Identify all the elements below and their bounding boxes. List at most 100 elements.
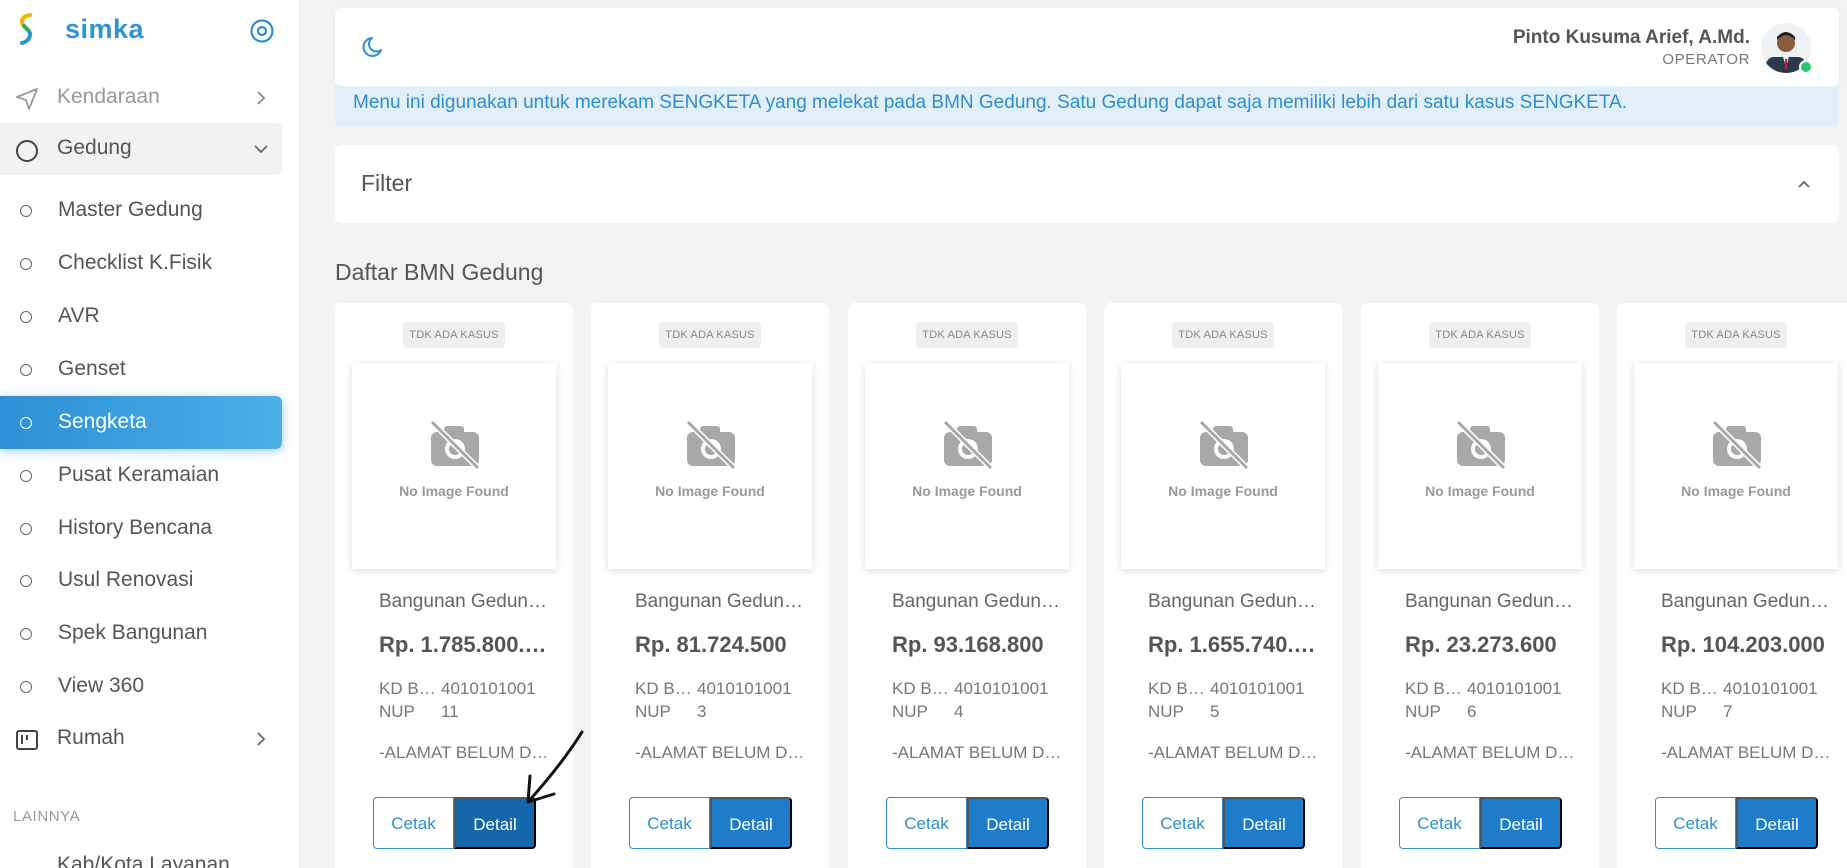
sidebar-item-label: Pusat Keramaian	[58, 463, 220, 486]
cetak-button[interactable]: Cetak	[1142, 797, 1223, 849]
sidebar-item-pusat-keramaian[interactable]: Pusat Keramaian	[0, 452, 282, 498]
kd-label: KD BRG	[1148, 679, 1210, 698]
building-price: Rp. 1.785.800.000	[379, 632, 549, 657]
user-role: OPERATOR	[1662, 51, 1750, 68]
building-image: No Image Found	[352, 363, 556, 569]
sidebar-toggle-icon[interactable]	[249, 18, 275, 44]
building-address: -ALAMAT BELUM DIISI-	[892, 743, 1066, 762]
nup-row: NUP 5	[1148, 702, 1219, 722]
detail-button[interactable]: Detail	[454, 797, 536, 849]
no-image-icon	[1711, 420, 1763, 470]
building-name: Bangunan Gedung Kantor Permanen	[1148, 591, 1318, 612]
building-price: Rp. 81.724.500	[635, 632, 787, 657]
detail-button[interactable]: Detail	[710, 797, 792, 849]
no-image-text: No Image Found	[912, 483, 1022, 499]
nup-value: 11	[441, 702, 459, 721]
detail-button[interactable]: Detail	[1736, 797, 1818, 849]
nup-row: NUP 6	[1405, 702, 1476, 722]
no-image-text: No Image Found	[1681, 483, 1791, 499]
brand-name[interactable]: simka	[65, 14, 144, 45]
sidebar-item-view-360[interactable]: View 360	[0, 663, 282, 709]
sidebar-item-label: Sengketa	[58, 410, 147, 433]
kd-value: 4010101001	[1723, 679, 1818, 698]
sidebar-item-label: History Bencana	[58, 516, 213, 539]
sidebar-item-checklist-kfisik[interactable]: Checklist K.Fisik	[0, 240, 282, 286]
kd-value: 4010101001	[1210, 679, 1305, 698]
kd-label: KD BRG	[379, 679, 441, 698]
chevron-right-icon	[257, 91, 266, 105]
cetak-button[interactable]: Cetak	[1399, 797, 1480, 849]
building-address: -ALAMAT BELUM DIISI-	[1405, 743, 1579, 762]
section-title: Daftar BMN Gedung	[335, 259, 544, 285]
status-badge: TDK ADA KASUS	[1429, 322, 1531, 348]
nup-label: NUP	[1661, 702, 1697, 721]
status-badge: TDK ADA KASUS	[659, 322, 761, 348]
sidebar-item-genset[interactable]: Genset	[0, 346, 282, 392]
detail-button[interactable]: Detail	[1480, 797, 1562, 849]
cetak-button[interactable]: Cetak	[373, 797, 454, 849]
status-badge: TDK ADA KASUS	[916, 322, 1018, 348]
sidebar-item-history-bencana[interactable]: History Bencana	[0, 505, 282, 551]
logo-icon	[20, 13, 32, 45]
card-actions: Cetak Detail	[1142, 797, 1305, 849]
cetak-button[interactable]: Cetak	[1655, 797, 1736, 849]
circle-icon	[16, 140, 38, 162]
filter-title: Filter	[361, 170, 413, 196]
moon-icon[interactable]	[361, 34, 387, 60]
bullet-icon	[20, 470, 32, 482]
kd-value: 4010101001	[441, 679, 536, 698]
chevron-down-icon	[254, 145, 268, 154]
no-image-icon	[685, 420, 737, 470]
kd-value: 4010101001	[1467, 679, 1562, 698]
chevron-right-icon	[257, 732, 266, 746]
detail-button[interactable]: Detail	[967, 797, 1049, 849]
sidebar-item-kendaraan[interactable]: Kendaraan	[0, 72, 282, 124]
nup-value: 7	[1723, 702, 1733, 721]
sidebar-item-label: Usul Renovasi	[58, 568, 194, 591]
cetak-button[interactable]: Cetak	[886, 797, 967, 849]
chevron-up-icon[interactable]	[1795, 175, 1813, 193]
sidebar-item-usul-renovasi[interactable]: Usul Renovasi	[0, 557, 282, 603]
sidebar-item-spek-bangunan[interactable]: Spek Bangunan	[0, 610, 282, 656]
sidebar-item-sengketa[interactable]: Sengketa	[0, 396, 282, 449]
building-name: Bangunan Gedung Kantor Permanen	[379, 591, 549, 612]
nup-value: 5	[1210, 702, 1220, 721]
sidebar-item-kab-kota-layanan[interactable]: Kab/Kota Layanan	[57, 853, 230, 868]
sidebar-item-label: Spek Bangunan	[58, 621, 208, 644]
no-image-text: No Image Found	[399, 483, 509, 499]
sidebar-item-master-gedung[interactable]: Master Gedung	[0, 187, 282, 233]
building-name: Bangunan Gedung Kantor Permanen	[635, 591, 805, 612]
sidebar-item-rumah[interactable]: Rumah	[0, 713, 282, 765]
status-badge: TDK ADA KASUS	[1172, 322, 1274, 348]
nup-label: NUP	[1148, 702, 1184, 721]
info-alert: Menu ini digunakan untuk merekam SENGKET…	[335, 86, 1839, 127]
nup-label: NUP	[635, 702, 671, 721]
sidebar: simka Kendaraan Gedung Master Gedung Che…	[0, 0, 300, 868]
cetak-button[interactable]: Cetak	[629, 797, 710, 849]
card-actions: Cetak Detail	[373, 797, 536, 849]
kd-label: KD BRG	[635, 679, 697, 698]
nup-row: NUP 4	[892, 702, 963, 722]
bullet-icon	[20, 523, 32, 535]
building-image: No Image Found	[1634, 363, 1838, 569]
building-name: Bangunan Gedung Kantor Permanen	[892, 591, 1062, 612]
no-image-text: No Image Found	[655, 483, 765, 499]
sidebar-item-label: Checklist K.Fisik	[58, 251, 213, 274]
kd-label: KD BRG	[1405, 679, 1467, 698]
building-name: Bangunan Gedung Kantor Permanen	[1405, 591, 1575, 612]
detail-button[interactable]: Detail	[1223, 797, 1305, 849]
no-image-icon	[1455, 420, 1507, 470]
sidebar-item-gedung[interactable]: Gedung	[0, 123, 282, 175]
nup-value: 4	[954, 702, 964, 721]
building-image: No Image Found	[1121, 363, 1325, 569]
building-card: TDK ADA KASUS No Image Found Bangunan Ge…	[1361, 303, 1599, 868]
building-image: No Image Found	[608, 363, 812, 569]
nup-label: NUP	[892, 702, 928, 721]
brand: simka	[0, 0, 300, 62]
no-image-icon	[1198, 420, 1250, 470]
user-name[interactable]: Pinto Kusuma Arief, A.Md.	[1513, 27, 1750, 49]
kanban-icon	[16, 730, 38, 750]
filter-panel[interactable]: Filter	[335, 145, 1839, 223]
sidebar-item-avr[interactable]: AVR	[0, 293, 282, 339]
building-address: -ALAMAT BELUM DIISI-	[379, 743, 553, 762]
